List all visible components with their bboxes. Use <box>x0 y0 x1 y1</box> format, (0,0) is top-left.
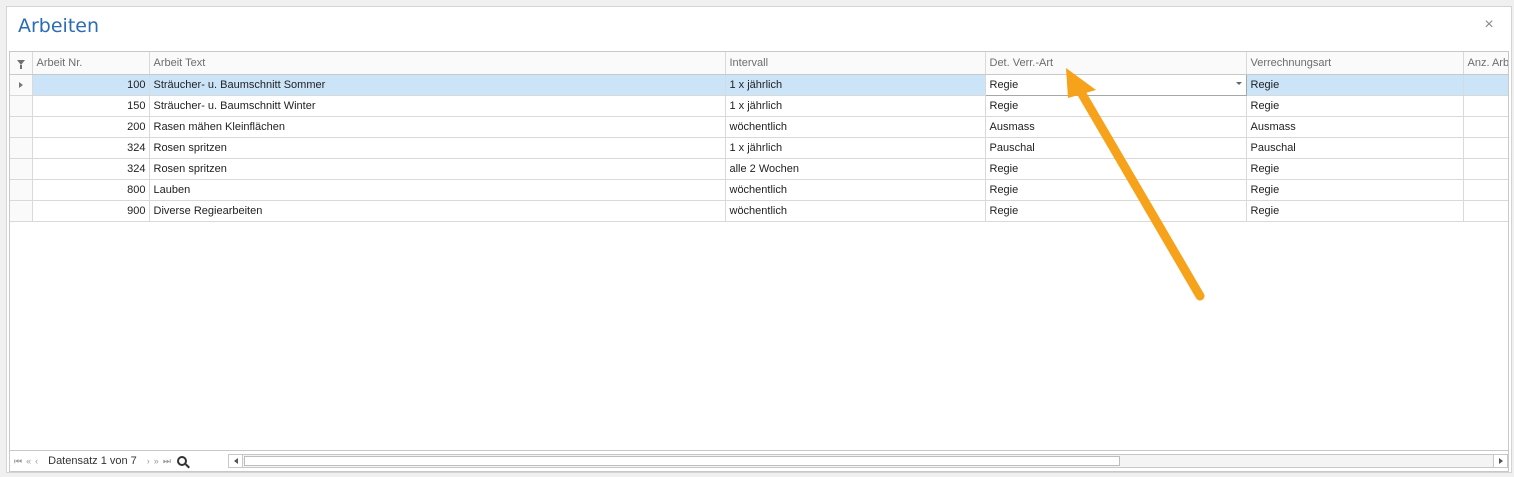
nav-last-button[interactable]: ⏭ <box>163 456 171 467</box>
cell-verrechnungsart[interactable]: Regie <box>1246 179 1464 201</box>
cell-det-verr-art[interactable]: Regie <box>985 179 1247 201</box>
cell-intervall[interactable]: wöchentlich <box>725 200 986 222</box>
header-row: Arbeit Nr. Arbeit Text Intervall Det. Ve… <box>10 52 1508 75</box>
nav-prev-button[interactable]: ‹ <box>35 456 38 466</box>
data-grid: Arbeit Nr. Arbeit Text Intervall Det. Ve… <box>9 51 1509 451</box>
filter-button[interactable] <box>10 52 33 75</box>
scroll-left-button[interactable] <box>229 455 243 467</box>
cell-det-verr-art[interactable]: Pauschal <box>985 137 1247 159</box>
scrollbar-thumb[interactable] <box>244 456 1120 466</box>
cell-intervall[interactable]: wöchentlich <box>725 116 986 138</box>
cell-verrechnungsart[interactable]: Regie <box>1246 200 1464 222</box>
cell-arbeit-nr[interactable]: 324 <box>32 158 150 180</box>
nav-first-button[interactable]: ⏮ <box>14 456 22 467</box>
table-row[interactable]: 150 Sträucher- u. Baumschnitt Winter 1 x j… <box>10 95 1508 117</box>
row-indicator-icon <box>18 81 23 88</box>
cell-anz-arb[interactable] <box>1463 116 1508 138</box>
cell-det-verr-art[interactable]: Ausmass <box>985 116 1247 138</box>
cell-verrechnungsart[interactable]: Pauschal <box>1246 137 1464 159</box>
cell-arbeit-nr[interactable]: 100 <box>32 74 150 96</box>
cell-det-verr-art[interactable]: Regie <box>985 95 1247 117</box>
cell-verrechnungsart[interactable]: Ausmass <box>1246 116 1464 138</box>
row-indicator[interactable] <box>10 158 33 180</box>
cell-arbeit-text[interactable]: Sträucher- u. Baumschnitt Winter <box>149 95 726 117</box>
cell-arbeit-text[interactable]: Sträucher- u. Baumschnitt Sommer <box>149 74 726 96</box>
record-counter: Datensatz 1 von 7 <box>48 455 137 467</box>
dropdown-caret-icon[interactable] <box>1235 81 1242 85</box>
column-header-intervall[interactable]: Intervall <box>725 52 986 75</box>
horizontal-scrollbar[interactable] <box>228 454 1508 468</box>
cell-arbeit-nr[interactable]: 324 <box>32 137 150 159</box>
table-row[interactable]: 800 Lauben wöchentlich Regie Regie <box>10 179 1508 201</box>
titlebar: Arbeiten × <box>7 7 1511 49</box>
cell-arbeit-text[interactable]: Rosen spritzen <box>149 158 726 180</box>
cell-arbeit-nr[interactable]: 900 <box>32 200 150 222</box>
nav-next-button[interactable]: › <box>147 456 150 466</box>
record-navigator: ⏮ « ‹ Datensatz 1 von 7 › » ⏭ <box>14 454 187 468</box>
close-icon[interactable]: × <box>1481 17 1497 33</box>
cell-anz-arb[interactable] <box>1463 74 1508 96</box>
row-indicator[interactable] <box>10 116 33 138</box>
cell-verrechnungsart[interactable]: Regie <box>1246 95 1464 117</box>
cell-arbeit-text[interactable]: Diverse Regiearbeiten <box>149 200 726 222</box>
column-header-anz-arb[interactable]: Anz. Arb <box>1463 52 1508 75</box>
cell-intervall[interactable]: 1 x jährlich <box>725 95 986 117</box>
cell-anz-arb[interactable] <box>1463 179 1508 201</box>
column-header-det-verr-art[interactable]: Det. Verr.-Art <box>985 52 1247 75</box>
search-icon[interactable] <box>176 456 187 466</box>
table-row[interactable]: 324 Rosen spritzen 1 x jährlich Pauschal Pau… <box>10 137 1508 159</box>
table-row[interactable]: 200 Rasen mähen Kleinflächen wöchentlich Au… <box>10 116 1508 138</box>
row-indicator[interactable] <box>10 95 33 117</box>
row-indicator[interactable] <box>10 200 33 222</box>
column-header-arbeit-text[interactable]: Arbeit Text <box>149 52 726 75</box>
table-row[interactable]: 324 Rosen spritzen alle 2 Wochen Regie Regie <box>10 158 1508 180</box>
cell-det-verr-art[interactable]: Regie <box>985 200 1247 222</box>
cell-arbeit-text[interactable]: Rosen spritzen <box>149 137 726 159</box>
cell-det-verr-art[interactable]: Regie <box>985 158 1247 180</box>
cell-verrechnungsart[interactable]: Regie <box>1246 158 1464 180</box>
column-header-verrechnungsart[interactable]: Verrechnungsart <box>1246 52 1464 75</box>
cell-arbeit-text[interactable]: Rasen mähen Kleinflächen <box>149 116 726 138</box>
cell-anz-arb[interactable] <box>1463 158 1508 180</box>
cell-det-verr-art-dropdown[interactable]: Regie <box>984 73 1247 96</box>
grid-footer: ⏮ « ‹ Datensatz 1 von 7 › » ⏭ <box>9 451 1509 472</box>
cell-arbeit-nr[interactable]: 800 <box>32 179 150 201</box>
row-indicator[interactable] <box>10 137 33 159</box>
arbeiten-window: Arbeiten × Arbeit Nr. Arbeit Text Interv… <box>6 6 1512 473</box>
row-indicator[interactable] <box>10 74 33 96</box>
cell-verrechnungsart[interactable]: Regie <box>1246 74 1464 96</box>
cell-anz-arb[interactable] <box>1463 200 1508 222</box>
grid-table: Arbeit Nr. Arbeit Text Intervall Det. Ve… <box>10 52 1508 222</box>
table-row[interactable]: 900 Diverse Regiearbeiten wöchentlich Regie… <box>10 200 1508 222</box>
cell-arbeit-nr[interactable]: 150 <box>32 95 150 117</box>
table-row[interactable]: 100 Sträucher- u. Baumschnitt Sommer 1 x j… <box>10 73 1508 96</box>
nav-next-page-button[interactable]: » <box>154 456 159 466</box>
scroll-right-button[interactable] <box>1493 455 1507 467</box>
cell-anz-arb[interactable] <box>1463 95 1508 117</box>
cell-intervall[interactable]: alle 2 Wochen <box>725 158 986 180</box>
filter-icon <box>16 59 25 69</box>
cell-arbeit-nr[interactable]: 200 <box>32 116 150 138</box>
cell-anz-arb[interactable] <box>1463 137 1508 159</box>
cell-intervall[interactable]: 1 x jährlich <box>725 137 986 159</box>
column-header-arbeit-nr[interactable]: Arbeit Nr. <box>32 52 150 75</box>
window-title: Arbeiten <box>18 15 100 37</box>
cell-intervall[interactable]: 1 x jährlich <box>725 74 986 96</box>
row-indicator[interactable] <box>10 179 33 201</box>
cell-arbeit-text[interactable]: Lauben <box>149 179 726 201</box>
nav-prev-page-button[interactable]: « <box>26 456 31 466</box>
cell-intervall[interactable]: wöchentlich <box>725 179 986 201</box>
